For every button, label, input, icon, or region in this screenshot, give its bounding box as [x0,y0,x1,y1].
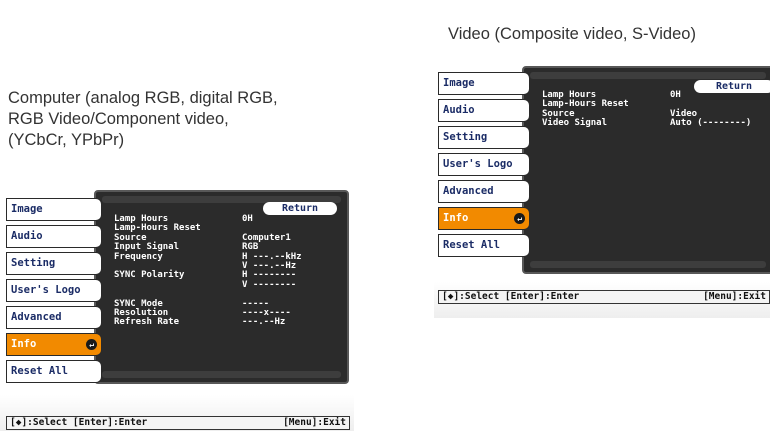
select-enter-hint: [◆]:Select [Enter]:Enter [10,417,148,428]
info-panel: Return Lamp Hours 0H Lamp-Hours Reset Sou… [94,190,349,384]
info-rows: Lamp Hours 0H Lamp-Hours Reset Source Vide… [542,90,770,129]
return-button[interactable]: Return [263,202,337,215]
panel-top-bar [530,72,766,79]
key-guide-bar: [◆]:Select [Enter]:Enter [Menu]:Exit [6,416,350,430]
menu-exit-hint: [Menu]:Exit [703,291,766,302]
video-info-screen: Return Lamp Hours 0H Lamp-Hours Reset Sou… [434,62,770,318]
select-enter-hint: [◆]:Select [Enter]:Enter [442,291,580,302]
menu-item-info[interactable]: Info ↵ [6,333,102,356]
menu-item-setting[interactable]: Setting [6,252,102,275]
key-guide-bar: [◆]:Select [Enter]:Enter [Menu]:Exit [438,290,770,304]
info-row[interactable]: Lamp-Hours Reset [542,99,770,109]
menu-item-setting[interactable]: Setting [438,126,530,149]
info-row[interactable]: Lamp-Hours Reset [114,223,344,233]
computer-caption-line-2: RGB Video/Component video, [8,110,229,128]
menu-exit-hint: [Menu]:Exit [283,417,346,428]
menu-item-users-logo[interactable]: User's Logo [438,153,530,176]
panel-bottom-bar [102,371,341,378]
panel-bottom-bar [530,261,766,268]
menu-item-image[interactable]: Image [438,72,530,95]
menu-item-users-logo[interactable]: User's Logo [6,279,102,302]
info-row: V -------- [242,279,297,290]
menu-item-advanced[interactable]: Advanced [6,306,102,329]
info-row: SYNC Polarity H -------- [114,270,297,281]
info-rows: Lamp Hours 0H Lamp-Hours Reset Source Comp… [114,214,344,328]
computer-caption: Computer (analog RGB, digital RGB, RGB V… [8,88,368,151]
info-panel: Return Lamp Hours 0H Lamp-Hours Reset Sou… [522,66,770,274]
computer-caption-line-1: Computer (analog RGB, digital RGB, [8,89,278,107]
main-menu: Image Audio Setting User's Logo Advanced… [438,72,530,257]
menu-item-image[interactable]: Image [6,198,102,221]
menu-item-reset-all[interactable]: Reset All [438,234,530,257]
menu-item-reset-all[interactable]: Reset All [6,360,102,383]
menu-item-advanced[interactable]: Advanced [438,180,530,203]
main-menu: Image Audio Setting User's Logo Advanced… [6,198,102,383]
video-caption: Video (Composite video, S-Video) [448,25,696,43]
computer-caption-line-3: (YCbCr, YPbPr) [8,131,125,149]
enter-icon: ↵ [86,339,97,350]
info-row: Refresh Rate ---.--Hz [114,317,286,328]
enter-icon: ↵ [514,213,525,224]
menu-item-audio[interactable]: Audio [6,225,102,248]
menu-item-info[interactable]: Info ↵ [438,207,530,230]
computer-info-screen: Return Lamp Hours 0H Lamp-Hours Reset Sou… [0,186,354,431]
menu-item-audio[interactable]: Audio [438,99,530,122]
info-row: Frequency H ---.--kHz [114,251,302,262]
info-row: Video Signal Auto (--------) [542,118,752,129]
